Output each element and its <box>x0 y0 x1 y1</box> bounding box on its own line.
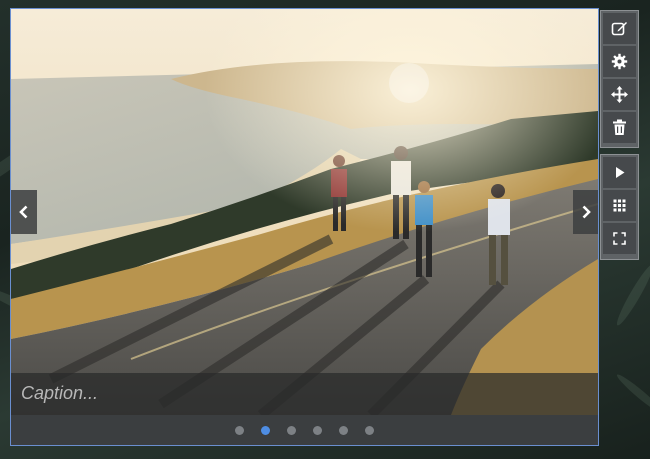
next-slide-button[interactable] <box>573 190 598 234</box>
chevron-right-icon <box>582 205 591 219</box>
previous-slide-button[interactable] <box>11 190 37 234</box>
image-slider: Caption... <box>10 8 599 446</box>
slide-image <box>11 9 598 415</box>
pagination-dot[interactable] <box>339 426 348 435</box>
pagination-dot[interactable] <box>235 426 244 435</box>
move-icon <box>611 86 628 103</box>
pagination-bar <box>11 415 598 445</box>
settings-button[interactable] <box>603 46 636 77</box>
pagination-dots <box>11 426 598 435</box>
caption-placeholder[interactable]: Caption... <box>21 383 98 404</box>
edit-toolbar <box>600 10 639 148</box>
fullscreen-button[interactable] <box>603 223 636 254</box>
grid-icon <box>613 199 626 212</box>
pagination-dot-active[interactable] <box>261 426 270 435</box>
edit-icon <box>611 22 627 36</box>
gear-icon <box>611 53 628 70</box>
chevron-left-icon <box>19 205 28 219</box>
pagination-dot[interactable] <box>365 426 374 435</box>
delete-button[interactable] <box>603 112 636 143</box>
trash-icon <box>613 119 626 135</box>
background-leaf <box>614 371 650 417</box>
pagination-dot[interactable] <box>313 426 322 435</box>
play-button[interactable] <box>603 157 636 188</box>
playback-toolbar <box>600 154 639 260</box>
play-icon <box>615 167 624 178</box>
background-leaf <box>613 262 650 328</box>
edit-button[interactable] <box>603 13 636 44</box>
move-button[interactable] <box>603 79 636 110</box>
grid-view-button[interactable] <box>603 190 636 221</box>
fullscreen-icon <box>613 232 626 245</box>
pagination-dot[interactable] <box>287 426 296 435</box>
caption-bar[interactable]: Caption... <box>11 373 598 415</box>
